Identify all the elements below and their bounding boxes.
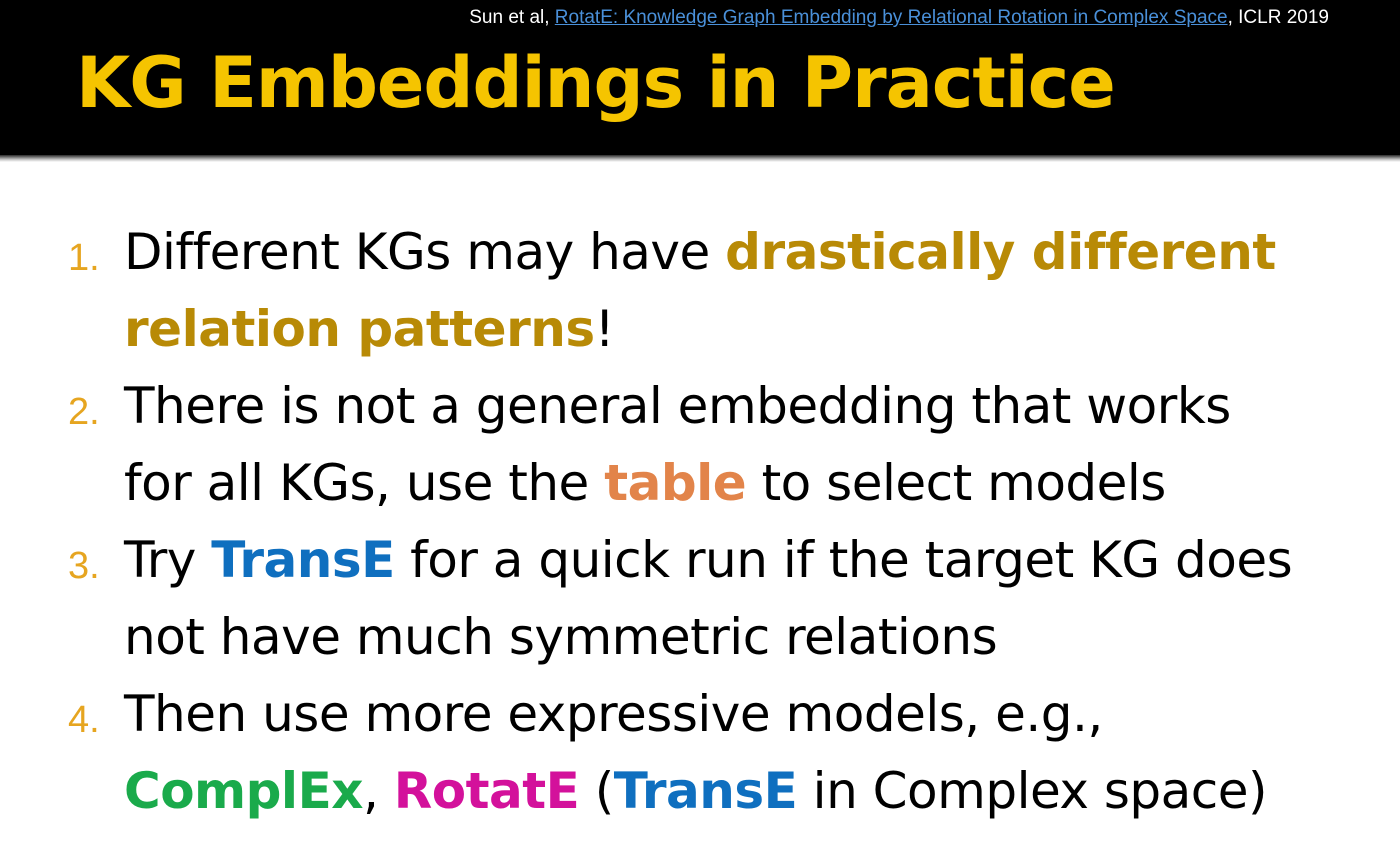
item-number: 1. — [68, 237, 100, 279]
item-line: Try TransE for a quick run if the target… — [124, 522, 1368, 599]
emphasis-drastically-different: drastically different — [725, 223, 1276, 281]
slide-header: Sun et al, RotatE: Knowledge Graph Embed… — [0, 0, 1400, 155]
emphasis-complex: ComplEx — [124, 762, 363, 820]
item-text: Try — [124, 531, 212, 589]
item-text: Different KGs may have — [124, 223, 726, 281]
list-item: 1. Different KGs may have drastically di… — [68, 214, 1368, 368]
item-text: not have much symmetric relations — [124, 608, 998, 666]
item-line: Different KGs may have drastically diffe… — [124, 214, 1368, 291]
emphasis-rotate: RotatE — [393, 762, 580, 820]
item-text: , — [362, 762, 394, 820]
item-line: for all KGs, use the table to select mod… — [124, 445, 1368, 522]
citation-venue: , ICLR 2019 — [1227, 7, 1329, 28]
list-item: 3. Try TransE for a quick run if the tar… — [68, 522, 1368, 676]
item-line: Then use more expressive models, e.g., — [124, 676, 1368, 753]
emphasis-transe: TransE — [211, 531, 395, 589]
emphasis-transe: TransE — [613, 762, 798, 820]
header-divider — [0, 155, 1400, 162]
item-number: 2. — [68, 391, 100, 433]
list-item: 4. Then use more expressive models, e.g.… — [68, 676, 1368, 830]
item-line: ComplEx, RotatE (TransE in Complex space… — [124, 753, 1368, 830]
citation-authors: Sun et al, — [469, 7, 555, 28]
slide-title: KG Embeddings in Practice — [76, 42, 1116, 124]
emphasis-relation-patterns: relation patterns — [124, 300, 595, 358]
list-item: 2. There is not a general embedding that… — [68, 368, 1368, 522]
item-text: for all KGs, use the — [124, 454, 605, 512]
bullet-list: 1. Different KGs may have drastically di… — [68, 214, 1368, 830]
item-text: Then use more expressive models, e.g., — [124, 685, 1103, 743]
item-text: ! — [594, 300, 615, 358]
item-text: ( — [579, 762, 615, 820]
item-line: relation patterns! — [124, 291, 1368, 368]
item-text: to select models — [746, 454, 1167, 512]
citation-paper-link[interactable]: RotatE: Knowledge Graph Embedding by Rel… — [555, 7, 1228, 28]
emphasis-table: table — [604, 454, 747, 512]
citation: Sun et al, RotatE: Knowledge Graph Embed… — [469, 7, 1329, 29]
item-text: for a quick run if the target KG does — [394, 531, 1293, 589]
item-text: in Complex space) — [797, 762, 1268, 820]
item-line: not have much symmetric relations — [124, 599, 1368, 676]
item-number: 3. — [68, 545, 100, 587]
item-number: 4. — [68, 699, 100, 741]
item-line: There is not a general embedding that wo… — [124, 368, 1368, 445]
item-text: There is not a general embedding that wo… — [124, 377, 1231, 435]
